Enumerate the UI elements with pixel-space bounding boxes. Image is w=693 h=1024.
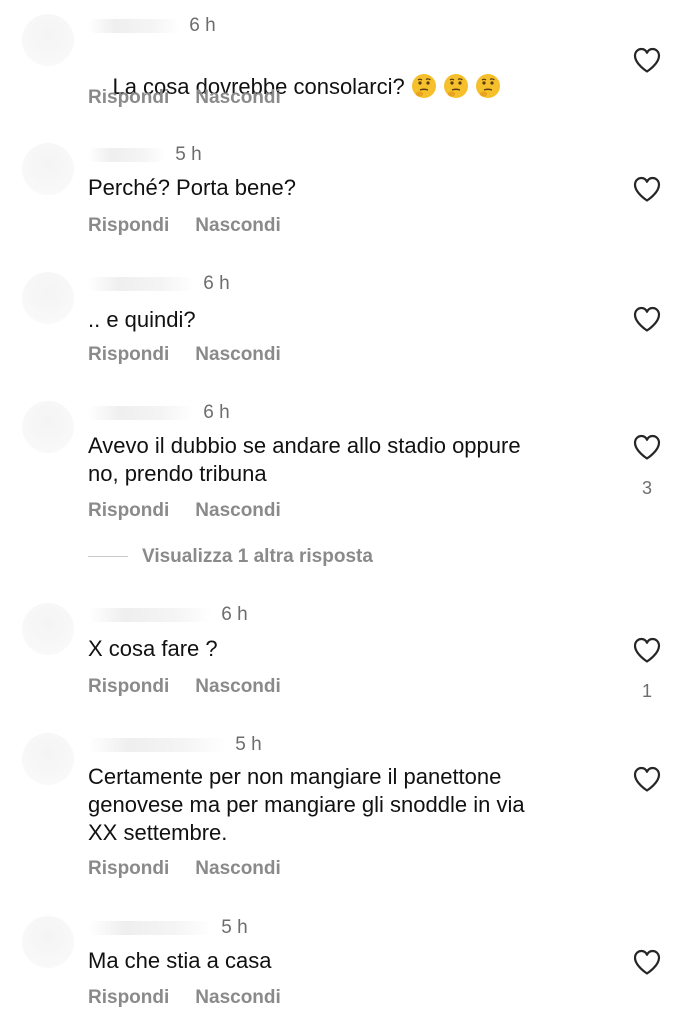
hide-button[interactable]: Nascondi [195,857,281,881]
heart-outline-icon[interactable] [632,433,662,461]
heart-outline-icon[interactable] [632,765,662,793]
avatar[interactable] [22,14,74,66]
comment-text: X cosa fare ? [88,636,218,661]
heart-outline-icon[interactable] [632,46,662,74]
username-redacted[interactable] [88,405,194,420]
username-redacted[interactable] [88,18,180,33]
heart-outline-icon[interactable] [632,305,662,333]
comment-time: 5 h [221,917,248,938]
comment-text: Perché? Porta bene? [88,175,296,200]
thinking-face-icon [411,73,437,99]
comment-header: 6 h [88,401,230,425]
hide-button[interactable]: Nascondi [195,86,281,110]
comment-text: Avevo il dubbio se andare allo stadio op… [88,433,521,486]
like-count: 1 [641,681,652,701]
comment-actions: Rispondi Nascondi [88,857,281,881]
comment-actions: Rispondi Nascondi [88,499,281,523]
username-redacted[interactable] [88,607,212,622]
avatar[interactable] [22,143,74,195]
comment-time: 5 h [175,144,202,165]
view-more-replies-button[interactable]: Visualizza 1 altra risposta [88,543,373,571]
comment-header: 5 h [88,143,202,167]
heart-outline-icon[interactable] [632,175,662,203]
reply-button[interactable]: Rispondi [88,986,169,1010]
avatar[interactable] [22,733,74,785]
reply-button[interactable]: Rispondi [88,343,169,367]
comment-actions: Rispondi Nascondi [88,675,281,699]
heart-outline-icon[interactable] [632,636,662,664]
thinking-face-icon [475,73,501,99]
comment-header: 5 h [88,733,262,757]
like-count: 3 [641,478,652,498]
username-redacted[interactable] [88,920,212,935]
hide-button[interactable]: Nascondi [195,214,281,238]
reply-button[interactable]: Rispondi [88,86,169,110]
comment-actions: Rispondi Nascondi [88,986,281,1010]
comment-header: 6 h [88,603,248,627]
reply-button[interactable]: Rispondi [88,675,169,699]
reply-button[interactable]: Rispondi [88,857,169,881]
avatar[interactable] [22,603,74,655]
comment-time: 6 h [221,604,248,625]
view-more-replies-label: Visualizza 1 altra risposta [142,546,373,567]
heart-outline-icon[interactable] [632,948,662,976]
comment-header: 5 h [88,916,248,940]
username-redacted[interactable] [88,147,166,162]
avatar[interactable] [22,916,74,968]
avatar[interactable] [22,272,74,324]
comment-text: Certamente per non mangiare il panettone… [88,764,525,845]
comment-header: 6 h [88,14,216,38]
hide-button[interactable]: Nascondi [195,499,281,523]
comment-header: 6 h [88,272,230,296]
comment-time: 5 h [235,734,262,755]
comment-actions: Rispondi Nascondi [88,343,281,367]
username-redacted[interactable] [88,276,194,291]
avatar[interactable] [22,401,74,453]
comment-actions: Rispondi Nascondi [88,86,281,110]
username-redacted[interactable] [88,737,226,752]
comment-actions: Rispondi Nascondi [88,214,281,238]
reply-thread-line [88,556,128,558]
comment-text: .. e quindi? [88,307,196,332]
comment-time: 6 h [203,273,230,294]
comment-text: Ma che stia a casa [88,948,272,973]
hide-button[interactable]: Nascondi [195,986,281,1010]
reply-button[interactable]: Rispondi [88,499,169,523]
reply-button[interactable]: Rispondi [88,214,169,238]
thinking-face-icon [443,73,469,99]
hide-button[interactable]: Nascondi [195,675,281,699]
comment-time: 6 h [203,402,230,423]
hide-button[interactable]: Nascondi [195,343,281,367]
comment-time: 6 h [189,15,216,36]
